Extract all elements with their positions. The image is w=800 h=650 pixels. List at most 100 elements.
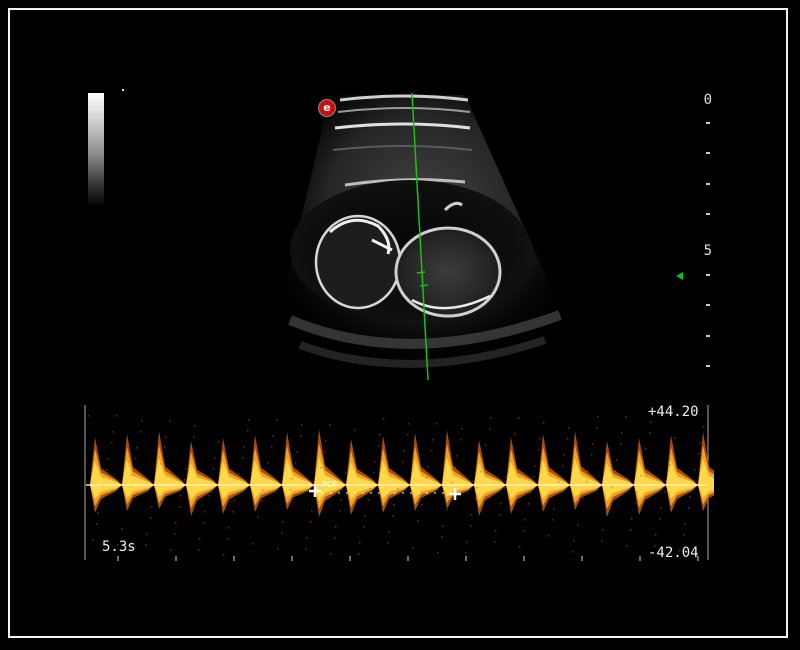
doppler-speckle: [107, 458, 109, 460]
doppler-speckle: [387, 542, 389, 544]
doppler-speckle: [655, 534, 657, 536]
doppler-speckle: [203, 522, 205, 524]
doppler-speckle: [572, 551, 574, 553]
doppler-speckle: [242, 457, 244, 459]
doppler-speckle: [339, 510, 341, 512]
doppler-speckle: [291, 478, 293, 480]
doppler-speckle: [88, 415, 90, 417]
doppler-speckle: [248, 419, 250, 421]
doppler-speckle: [442, 525, 444, 527]
doppler-speckle: [349, 456, 351, 458]
doppler-cursor-label: PCF: [322, 480, 338, 489]
doppler-speckle: [558, 481, 560, 483]
doppler-speckle: [276, 419, 278, 421]
doppler-speckle: [596, 427, 598, 429]
doppler-speckle: [378, 445, 380, 447]
depth-tick: [706, 304, 710, 306]
doppler-speckle: [363, 526, 365, 528]
doppler-speckle: [635, 502, 637, 504]
doppler-speckle: [432, 439, 434, 441]
doppler-speckle: [325, 440, 327, 442]
doppler-speckle: [305, 548, 307, 550]
doppler-speckle: [660, 507, 662, 509]
doppler-speckle: [693, 480, 695, 482]
depth-tick: [706, 365, 710, 367]
doppler-speckle: [112, 431, 114, 433]
doppler-speckle: [324, 451, 326, 453]
depth-scale: 0 5: [690, 92, 720, 382]
doppler-speckle: [533, 476, 535, 478]
doppler-speckle: [504, 487, 506, 489]
doppler-speckle: [286, 505, 288, 507]
doppler-speckle: [126, 501, 128, 503]
doppler-speckle: [266, 473, 268, 475]
doppler-speckle: [146, 533, 148, 535]
doppler-speckle: [421, 504, 423, 506]
doppler-speckle: [688, 507, 690, 509]
doppler-speckle: [393, 504, 395, 506]
doppler-speckle: [455, 466, 457, 468]
doppler-speckle: [101, 496, 103, 498]
doppler-speckle: [436, 423, 438, 425]
doppler-speckle: [470, 525, 472, 527]
doppler-speckle: [640, 475, 642, 477]
depth-tick: [706, 213, 710, 215]
doppler-speckle: [499, 514, 501, 516]
doppler-speckle: [392, 515, 394, 517]
doppler-speckle: [334, 537, 336, 539]
doppler-speckle: [626, 545, 628, 547]
doppler-speckle: [185, 468, 187, 470]
doppler-speckle: [694, 469, 696, 471]
grayscale-bar-icon: [88, 93, 104, 205]
doppler-speckle: [674, 437, 676, 439]
doppler-speckle: [282, 521, 284, 523]
doppler-speckle: [582, 497, 584, 499]
doppler-speckle: [465, 552, 467, 554]
doppler-speckle: [398, 477, 400, 479]
velocity-max-label: +44.20: [648, 404, 699, 420]
doppler-speckle: [150, 517, 152, 519]
doppler-speckle: [606, 513, 608, 515]
depth-tick: [706, 183, 710, 185]
doppler-speckle: [451, 482, 453, 484]
doppler-speckle: [164, 447, 166, 449]
doppler-speckle: [611, 486, 613, 488]
doppler-speckle: [538, 449, 540, 451]
doppler-speckle: [233, 500, 235, 502]
doppler-speckle: [403, 450, 405, 452]
doppler-speckle: [591, 454, 593, 456]
doppler-speckle: [518, 417, 520, 419]
doppler-speckle: [335, 526, 337, 528]
doppler-speckle: [689, 496, 691, 498]
depth-tick: [706, 274, 710, 276]
velocity-min-label: -42.04: [648, 545, 699, 561]
doppler-speckle: [155, 490, 157, 492]
doppler-speckle: [446, 509, 448, 511]
doppler-speckle: [121, 528, 123, 530]
doppler-speckle: [290, 489, 292, 491]
doppler-speckle: [227, 538, 229, 540]
doppler-speckle: [621, 432, 623, 434]
doppler-speckle: [135, 458, 137, 460]
doppler-speckle: [252, 543, 254, 545]
doppler-speckle: [539, 438, 541, 440]
doppler-speckle: [194, 425, 196, 427]
doppler-speckle: [466, 541, 468, 543]
doppler-speckle: [505, 476, 507, 478]
doppler-speckle: [620, 443, 622, 445]
doppler-speckle: [523, 530, 525, 532]
doppler-speckle: [257, 516, 259, 518]
doppler-speckle: [281, 532, 283, 534]
doppler-speckle: [170, 549, 172, 551]
doppler-speckle: [151, 506, 153, 508]
doppler-speckle: [329, 424, 331, 426]
doppler-speckle: [427, 466, 429, 468]
doppler-speckle: [189, 452, 191, 454]
doppler-speckle: [340, 499, 342, 501]
doppler-speckle: [243, 446, 245, 448]
doppler-speckle: [180, 495, 182, 497]
doppler-speckle: [471, 514, 473, 516]
doppler-speckle: [699, 442, 701, 444]
doppler-speckle: [204, 511, 206, 513]
doppler-speckle: [534, 465, 536, 467]
